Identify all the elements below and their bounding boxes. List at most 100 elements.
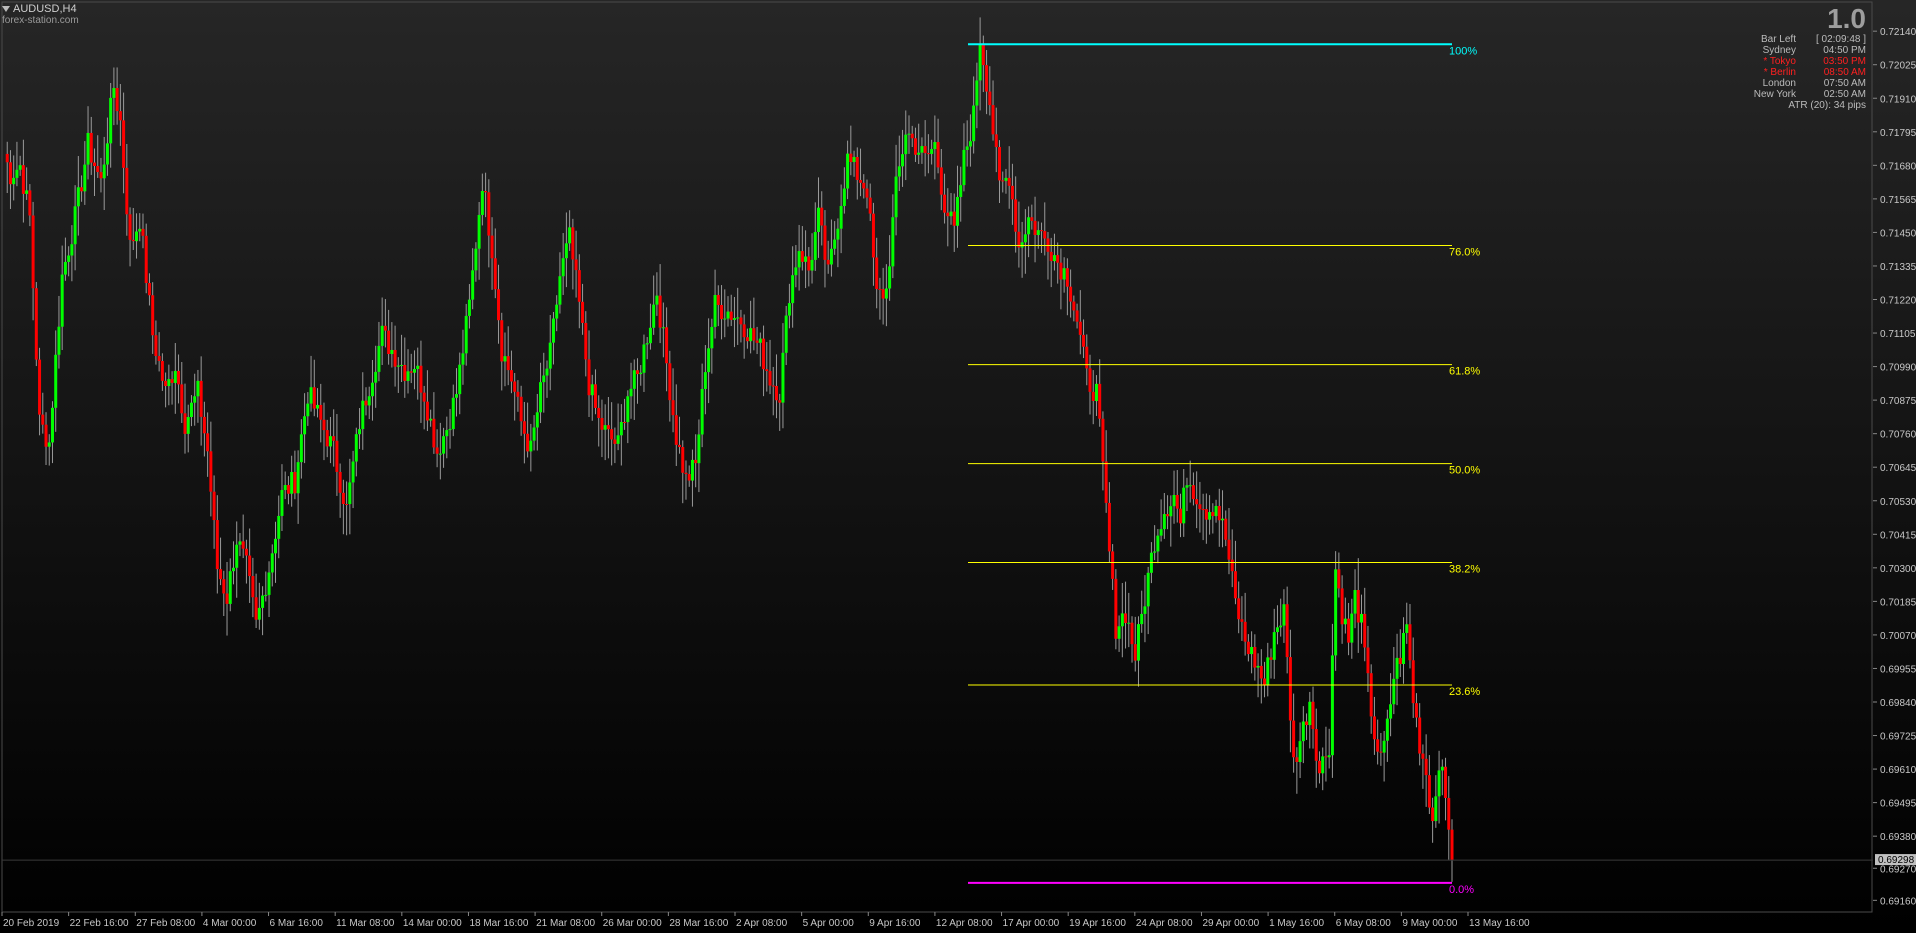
candle-body xyxy=(63,261,67,275)
fib-level-label: 23.6% xyxy=(1449,686,1480,698)
candle-body xyxy=(225,593,229,604)
candle-body xyxy=(105,143,109,165)
candle-body xyxy=(1366,647,1370,674)
candle-body xyxy=(593,384,597,408)
session-name: * Tokyo xyxy=(1763,56,1796,67)
candle-body xyxy=(403,364,407,381)
candle-body xyxy=(170,379,174,383)
candle-body xyxy=(859,179,863,183)
candle-body xyxy=(513,381,517,392)
candle-body xyxy=(962,149,966,186)
candle-body xyxy=(1330,655,1334,756)
session-name: Bar Left xyxy=(1760,34,1796,45)
x-tick-label: 9 Apr 16:00 xyxy=(869,918,921,929)
candle-body xyxy=(1405,624,1409,633)
candle-body xyxy=(1127,622,1131,624)
candle-body xyxy=(151,295,155,336)
candle-body xyxy=(328,436,332,447)
candle-body xyxy=(18,165,22,170)
y-tick-label: 0.71335 xyxy=(1880,262,1916,273)
x-tick-label: 24 Apr 08:00 xyxy=(1136,918,1193,929)
candle-body xyxy=(674,415,678,445)
y-tick-label: 0.70070 xyxy=(1880,631,1916,642)
candle-body xyxy=(545,368,549,376)
candle-body xyxy=(154,335,158,357)
y-tick-label: 0.69160 xyxy=(1880,896,1916,907)
candle-body xyxy=(610,429,614,440)
candle-body xyxy=(1117,626,1121,639)
candle-body xyxy=(248,555,252,577)
candle-body xyxy=(936,142,940,168)
candle-body xyxy=(196,380,200,397)
y-tick-label: 0.69955 xyxy=(1880,664,1916,675)
session-name: London xyxy=(1762,78,1796,89)
candle-body xyxy=(419,365,423,393)
candle-body xyxy=(655,295,659,305)
candle-body xyxy=(758,338,762,343)
candle-body xyxy=(1185,485,1189,488)
candle-body xyxy=(54,354,58,408)
candle-body xyxy=(1395,657,1399,679)
x-tick-label: 18 Mar 16:00 xyxy=(469,918,528,929)
candle-body xyxy=(1133,644,1137,661)
candle-body xyxy=(1434,796,1438,822)
candle-body xyxy=(12,177,16,185)
candle-body xyxy=(493,258,497,290)
candle-body xyxy=(1136,624,1140,661)
candle-body xyxy=(115,88,119,112)
candle-body xyxy=(1146,572,1150,607)
candle-body xyxy=(286,485,290,494)
candle-body xyxy=(955,196,959,226)
candle-body xyxy=(500,320,504,362)
candle-body xyxy=(1382,740,1386,753)
candle-body xyxy=(868,197,872,214)
candle-body xyxy=(700,389,704,435)
candle-body xyxy=(1282,604,1286,626)
candle-body xyxy=(926,153,930,155)
candle-body xyxy=(535,412,539,428)
candle-body xyxy=(299,434,303,463)
dropdown-triangle-icon[interactable] xyxy=(2,6,10,13)
candle-body xyxy=(797,251,801,268)
candle-body xyxy=(438,453,442,455)
candle-body xyxy=(613,439,617,444)
y-tick-label: 0.70760 xyxy=(1880,430,1916,441)
candle-body xyxy=(697,434,701,464)
candle-body xyxy=(1224,518,1228,540)
candle-body xyxy=(70,244,74,256)
candle-body xyxy=(83,164,87,192)
plot-frame xyxy=(1,1,1873,913)
candle-body xyxy=(1340,588,1344,625)
candle-body xyxy=(888,266,892,289)
y-tick-label: 0.70530 xyxy=(1880,497,1916,508)
candle-body xyxy=(312,387,316,409)
candle-body xyxy=(849,153,853,163)
candle-body xyxy=(561,258,565,277)
candle-body xyxy=(1288,657,1292,721)
candle-body xyxy=(448,429,452,431)
candle-body xyxy=(31,215,35,289)
candle-body xyxy=(1166,514,1170,517)
candle-body xyxy=(978,43,982,81)
price-chart[interactable]: 100% 76.0% 61.8% 50.0% 38.2% 23.6% 0.0% 0.72140… xyxy=(0,0,1916,933)
candle-body xyxy=(458,364,462,395)
candle-body xyxy=(412,369,416,373)
candle-body xyxy=(1334,569,1338,656)
candle-body xyxy=(1078,321,1082,335)
candle-body xyxy=(768,371,772,386)
candle-body xyxy=(264,594,268,596)
candle-body xyxy=(93,162,96,166)
candle-body xyxy=(102,164,106,179)
candle-body xyxy=(144,235,148,284)
candle-body xyxy=(141,228,145,236)
candle-body xyxy=(1372,716,1376,740)
candle-body xyxy=(1104,461,1108,503)
y-tick-label: 0.70300 xyxy=(1880,564,1916,575)
chart-window[interactable]: 100% 76.0% 61.8% 50.0% 38.2% 23.6% 0.0% 0.72140… xyxy=(0,0,1916,933)
candle-body xyxy=(981,43,985,66)
candle-body xyxy=(671,400,675,416)
candle-body xyxy=(1343,618,1347,625)
candle-body xyxy=(238,541,242,545)
candle-body xyxy=(351,461,355,483)
x-tick-label: 20 Feb 2019 xyxy=(3,918,60,929)
